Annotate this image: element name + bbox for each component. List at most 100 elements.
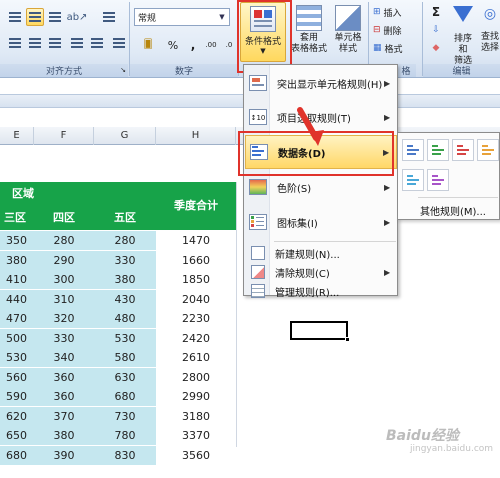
table-cell[interactable]: 780 <box>94 426 156 445</box>
active-cell-selection[interactable] <box>290 321 350 342</box>
menu-item-manage-rules[interactable]: 管理规则(R)... <box>245 282 397 300</box>
autosum-button[interactable]: Σ <box>426 4 446 20</box>
table-cell[interactable]: 330 <box>94 250 156 270</box>
align-top-button[interactable] <box>6 8 24 26</box>
menu-item-clear-rules[interactable]: 清除规则(C) ▶ <box>245 263 397 281</box>
align-bottom-button[interactable] <box>46 8 64 26</box>
menu-item-new-rule[interactable]: 新建规则(N)... <box>245 244 397 262</box>
format-as-table-button[interactable]: 套用 表格格式 <box>290 2 328 62</box>
quarter-total-header[interactable]: 季度合计 <box>156 182 236 230</box>
table-cell[interactable]: 360 <box>34 387 94 406</box>
column-header-f[interactable]: F <box>34 127 94 145</box>
table-cell[interactable]: 330 <box>34 328 94 348</box>
align-middle-button[interactable] <box>26 8 44 26</box>
table-cell[interactable]: 650 <box>0 426 34 445</box>
sort-filter-button[interactable]: 排序和 筛选 <box>450 2 476 66</box>
increase-indent-button[interactable] <box>88 34 106 52</box>
menu-item-icon-sets[interactable]: 图标集(I) ▶ <box>245 205 397 239</box>
table-cell[interactable]: 280 <box>94 231 156 250</box>
align-right-button[interactable] <box>46 34 64 52</box>
data-bar-style-4[interactable] <box>477 139 499 161</box>
table-cell[interactable]: 380 <box>94 270 156 289</box>
table-cell[interactable]: 3370 <box>156 426 236 445</box>
table-cell[interactable]: 440 <box>0 289 34 309</box>
menu-item-highlight-rules[interactable]: 突出显示单元格规则(H) ▶ <box>245 66 397 100</box>
percent-button[interactable]: % <box>164 36 182 54</box>
data-bar-style-6[interactable] <box>427 169 449 191</box>
table-cell[interactable]: 350 <box>0 231 34 250</box>
table-cell[interactable]: 320 <box>34 309 94 328</box>
delete-button[interactable]: ⊟ 删除 <box>372 22 418 38</box>
fill-button[interactable]: ⇩ <box>426 22 446 38</box>
decrease-indent-button[interactable] <box>68 34 86 52</box>
table-cell[interactable]: 340 <box>34 348 94 367</box>
menu-item-top-bottom-rules[interactable]: ↕10 项目选取规则(T) ▶ <box>245 100 397 134</box>
currency-button[interactable]: 🂠 <box>136 36 160 54</box>
table-cell[interactable]: 280 <box>34 231 94 250</box>
orientation-button[interactable]: ab↗ <box>67 8 88 26</box>
data-bar-style-2[interactable] <box>427 139 449 161</box>
alignment-dialog-launcher[interactable]: ↘ <box>118 64 128 76</box>
more-rules-link[interactable]: 其他规则(M)... <box>420 203 486 218</box>
table-cell[interactable]: 590 <box>0 387 34 406</box>
region-header[interactable]: 区域 <box>0 182 156 206</box>
table-cell[interactable]: 410 <box>0 270 34 289</box>
table-cell[interactable]: 430 <box>94 289 156 309</box>
format-button[interactable]: ▦ 格式 <box>372 40 418 56</box>
find-select-button[interactable]: ◎ 查找 选择 <box>478 2 500 62</box>
table-cell[interactable]: 500 <box>0 328 34 348</box>
table-cell[interactable]: 370 <box>34 406 94 426</box>
table-cell[interactable]: 360 <box>34 367 94 387</box>
table-cell[interactable]: 470 <box>0 309 34 328</box>
table-cell[interactable]: 1850 <box>156 270 236 289</box>
align-left-button[interactable] <box>6 34 24 52</box>
wrap-text-button[interactable] <box>100 8 118 26</box>
table-cell[interactable]: 380 <box>0 250 34 270</box>
fill-handle[interactable] <box>345 337 350 342</box>
table-cell[interactable]: 530 <box>94 328 156 348</box>
insert-button[interactable]: ⊞ 插入 <box>372 4 418 20</box>
table-cell[interactable]: 480 <box>94 309 156 328</box>
table-cell[interactable]: 730 <box>94 406 156 426</box>
data-bar-style-5[interactable] <box>402 169 424 191</box>
sub-header-4[interactable]: 四区 <box>34 206 94 230</box>
table-cell[interactable]: 530 <box>0 348 34 367</box>
table-cell[interactable]: 2990 <box>156 387 236 406</box>
table-cell[interactable]: 390 <box>34 445 94 465</box>
decrease-decimal-button[interactable]: .0 <box>220 36 238 54</box>
cell-styles-button[interactable]: 单元格 样式 <box>330 2 366 62</box>
clear-button[interactable]: ◆ <box>426 40 446 56</box>
table-cell[interactable]: 830 <box>94 445 156 465</box>
column-header-g[interactable]: G <box>94 127 156 145</box>
align-center-button[interactable] <box>26 34 44 52</box>
table-cell[interactable]: 2230 <box>156 309 236 328</box>
table-cell[interactable]: 1660 <box>156 250 236 270</box>
data-bar-style-1[interactable] <box>402 139 424 161</box>
table-cell[interactable]: 560 <box>0 367 34 387</box>
table-cell[interactable]: 3560 <box>156 445 236 465</box>
column-header-e[interactable]: E <box>0 127 34 145</box>
sub-header-3[interactable]: 三区 <box>0 206 34 230</box>
table-cell[interactable]: 1470 <box>156 231 236 250</box>
table-cell[interactable]: 300 <box>34 270 94 289</box>
table-cell[interactable]: 680 <box>94 387 156 406</box>
comma-button[interactable]: , <box>184 36 202 54</box>
number-format-select[interactable]: 常规 ▼ <box>134 8 230 26</box>
table-cell[interactable]: 680 <box>0 445 34 465</box>
data-bar-style-3[interactable] <box>452 139 474 161</box>
table-cell[interactable]: 630 <box>94 367 156 387</box>
table-cell[interactable]: 3180 <box>156 406 236 426</box>
table-cell[interactable]: 2610 <box>156 348 236 367</box>
table-cell[interactable]: 380 <box>34 426 94 445</box>
sub-header-5[interactable]: 五区 <box>94 206 156 230</box>
merge-center-button[interactable] <box>110 34 128 52</box>
table-cell[interactable]: 2800 <box>156 367 236 387</box>
table-cell[interactable]: 290 <box>34 250 94 270</box>
table-cell[interactable]: 580 <box>94 348 156 367</box>
table-cell[interactable]: 620 <box>0 406 34 426</box>
table-cell[interactable]: 2040 <box>156 289 236 309</box>
increase-decimal-button[interactable]: .00 <box>202 36 220 54</box>
table-cell[interactable]: 310 <box>34 289 94 309</box>
column-header-h[interactable]: H <box>156 127 236 145</box>
table-cell[interactable]: 2420 <box>156 328 236 348</box>
